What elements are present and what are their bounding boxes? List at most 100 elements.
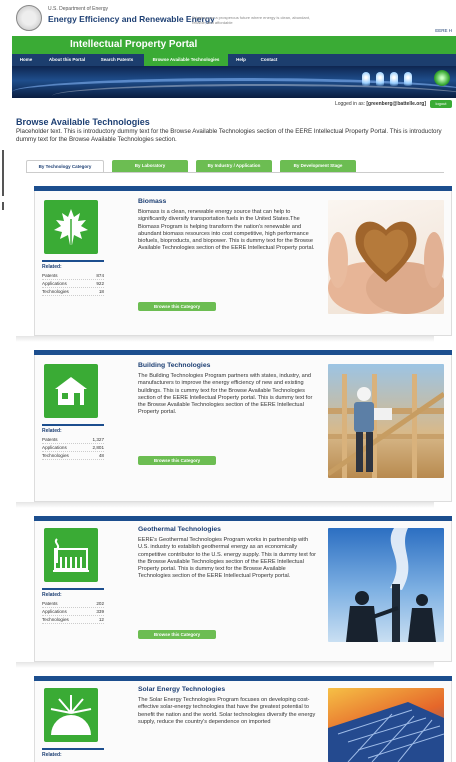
stat-label: Applications — [42, 281, 67, 286]
construction-worker-image — [328, 374, 444, 478]
portal-title: Intellectual Property Portal — [70, 39, 198, 50]
related-divider — [42, 748, 104, 750]
doe-seal-logo[interactable] — [16, 5, 42, 31]
stat-row-applications[interactable]: Applications 2,801 — [42, 444, 104, 452]
margin-mark — [2, 150, 4, 196]
stat-row-patents[interactable]: Patents 1,327 — [42, 436, 104, 444]
nav-about[interactable]: About this Portal — [42, 54, 92, 66]
stat-label: Patents — [42, 273, 58, 278]
stat-row-patents[interactable]: Patents 202 — [42, 600, 104, 608]
category-title[interactable]: Building Technologies — [138, 362, 210, 369]
stat-value-applications: 2,801 — [92, 445, 105, 450]
header-banner-image — [12, 66, 456, 98]
stat-value-technologies: 18 — [98, 289, 104, 294]
stat-value-technologies: 48 — [98, 453, 104, 458]
bulb-icon — [390, 72, 398, 86]
stat-value-applications: 339 — [96, 609, 104, 614]
solar-icon-box[interactable] — [44, 688, 98, 742]
nav-browse-technologies[interactable]: Browse Available Technologies — [144, 54, 228, 66]
intro-text: Placeholder text. This is introductory d… — [16, 128, 442, 143]
card-shadow — [16, 336, 434, 342]
stat-value-patents: 874 — [96, 273, 104, 278]
category-card-geothermal: Related: Patents 202 Applications 339 Tech… — [34, 516, 452, 662]
stat-row-patents[interactable]: Patents 874 — [42, 272, 104, 280]
biomass-icon-box[interactable] — [44, 200, 98, 254]
browse-category-button[interactable]: Browse this Category — [138, 456, 216, 465]
sun-icon — [50, 695, 92, 735]
geothermal-photo — [328, 528, 444, 642]
stat-row-technologies[interactable]: Technologies 48 — [42, 452, 104, 460]
tab-technology-category[interactable]: By Technology Category — [26, 160, 104, 172]
category-title[interactable]: Biomass — [138, 198, 166, 205]
building-icon-box[interactable] — [44, 364, 98, 418]
category-card-building-technologies: Related: Patents 1,327 Applications 2,801 … — [34, 350, 452, 502]
related-divider — [42, 424, 104, 426]
nav-help[interactable]: Help — [230, 54, 252, 66]
related-title: Related: — [42, 752, 62, 758]
related-stats: Related: Patents 874 Applications 922 Tech… — [42, 260, 104, 296]
stat-label: Patents — [42, 437, 58, 442]
eere-title-link[interactable]: Energy Efficiency and Renewable Energy — [48, 14, 215, 24]
tab-laboratory[interactable]: By Laboratory — [112, 160, 188, 172]
stat-label: Applications — [42, 609, 67, 614]
stat-label: Technologies — [42, 453, 69, 458]
nav-home[interactable]: Home — [12, 54, 40, 66]
category-description: Biomass is a clean, renewable energy sou… — [138, 209, 315, 252]
doe-label: U.S. Department of Energy — [48, 6, 109, 12]
related-title: Related: — [42, 592, 62, 598]
margin-mark — [2, 202, 4, 210]
category-card-biomass: Related: Patents 874 Applications 922 Tech… — [34, 186, 452, 336]
logout-button[interactable]: logout — [430, 100, 452, 108]
stat-row-technologies[interactable]: Technologies 18 — [42, 288, 104, 296]
related-divider — [42, 588, 104, 590]
eere-home-link[interactable]: EERE H — [435, 28, 452, 33]
stat-value-technologies: 12 — [98, 617, 104, 622]
hands-holding-pellets-image — [328, 221, 444, 314]
browse-category-button[interactable]: Browse this Category — [138, 302, 216, 311]
related-stats: Related: Patents 1,327 Applications 2,801 … — [42, 424, 104, 460]
tab-industry-application[interactable]: By Industry / Application — [196, 160, 272, 172]
category-title[interactable]: Geothermal Technologies — [138, 526, 221, 533]
geothermal-plant-icon — [53, 538, 89, 572]
category-card-solar: Related: Solar Energy Technologies The S… — [34, 676, 452, 762]
solar-panels-image — [328, 702, 444, 762]
related-stats: Related: — [42, 748, 104, 760]
bulb-icon — [376, 72, 384, 86]
category-title[interactable]: Solar Energy Technologies — [138, 686, 225, 693]
related-title: Related: — [42, 428, 62, 434]
globe-icon — [434, 70, 450, 86]
stat-value-applications: 922 — [96, 281, 104, 286]
leaf-icon — [54, 209, 88, 247]
category-description: EERE's Geothermal Technologies Program w… — [138, 537, 316, 580]
bulb-icon — [362, 72, 370, 86]
user-email: [greenberg@battelle.org] — [366, 101, 426, 107]
nav-search-patents[interactable]: Search Patents — [94, 54, 140, 66]
stat-label: Patents — [42, 601, 58, 606]
stat-row-technologies[interactable]: Technologies 12 — [42, 616, 104, 624]
tab-divider — [26, 172, 444, 173]
page-title: Browse Available Technologies — [16, 117, 150, 127]
nav-contact[interactable]: Contact — [254, 54, 284, 66]
geothermal-workers-image — [346, 528, 436, 642]
geothermal-icon-box[interactable] — [44, 528, 98, 582]
category-description: The Building Technologies Program partne… — [138, 373, 313, 416]
left-edge-margin — [0, 0, 12, 762]
browse-category-button[interactable]: Browse this Category — [138, 630, 216, 639]
stat-value-patents: 1,327 — [92, 437, 105, 442]
site-header: U.S. Department of Energy Energy Efficie… — [12, 0, 456, 40]
stat-row-applications[interactable]: Applications 922 — [42, 280, 104, 288]
card-shadow — [16, 662, 434, 668]
portal-title-bar: Intellectual Property Portal — [12, 36, 456, 54]
bulb-icon — [404, 72, 412, 86]
stat-row-applications[interactable]: Applications 339 — [42, 608, 104, 616]
tab-development-stage[interactable]: By Development Stage — [280, 160, 356, 172]
category-description: The Solar Energy Technologies Program fo… — [138, 697, 316, 725]
related-stats: Related: Patents 202 Applications 339 Tech… — [42, 588, 104, 624]
logged-in-label: Logged in as: — [334, 101, 365, 107]
stat-label: Technologies — [42, 617, 69, 622]
building-photo — [328, 364, 444, 478]
browse-tabs: By Technology Category By Laboratory By … — [26, 160, 446, 172]
house-icon — [55, 377, 87, 405]
related-divider — [42, 260, 104, 262]
stat-label: Applications — [42, 445, 67, 450]
